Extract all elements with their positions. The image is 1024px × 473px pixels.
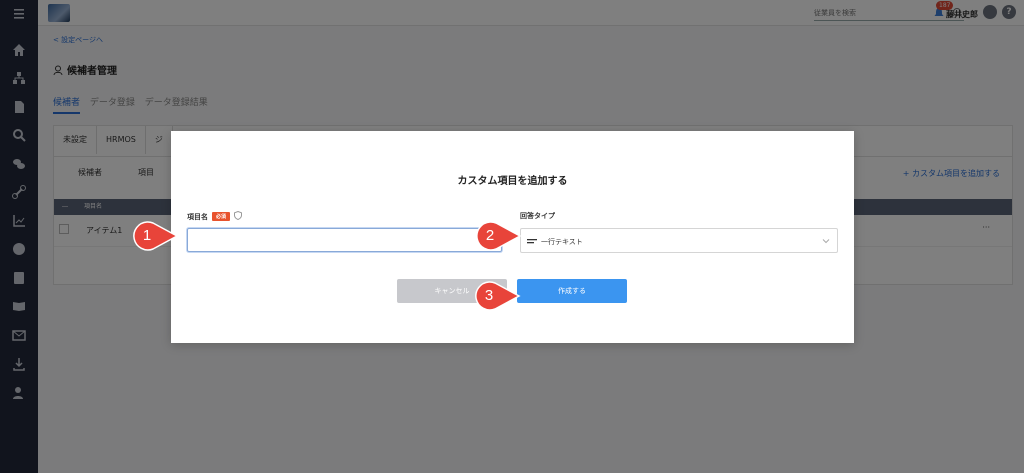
- callout-3: 3: [474, 281, 521, 311]
- single-line-text-icon: [527, 239, 537, 244]
- field-name-input[interactable]: [187, 228, 502, 252]
- callout-1: 1: [132, 221, 179, 251]
- field-type-select[interactable]: 一行テキスト: [520, 228, 838, 253]
- callout-3-number: 3: [484, 287, 494, 304]
- callout-2: 2: [475, 221, 522, 251]
- callout-1-number: 1: [142, 227, 152, 244]
- field-name-label-text: 項目名: [187, 213, 208, 221]
- field-name-label: 項目名 必須: [187, 211, 243, 222]
- chevron-down-icon: [822, 239, 830, 244]
- field-type-label: 回答タイプ: [520, 212, 555, 220]
- callout-2-number: 2: [485, 227, 495, 244]
- create-button[interactable]: 作成する: [517, 279, 627, 303]
- shield-icon[interactable]: [234, 211, 243, 220]
- field-type-value: 一行テキスト: [541, 238, 583, 246]
- dialog-title: カスタム項目を追加する: [457, 176, 568, 187]
- required-badge: 必須: [212, 212, 231, 221]
